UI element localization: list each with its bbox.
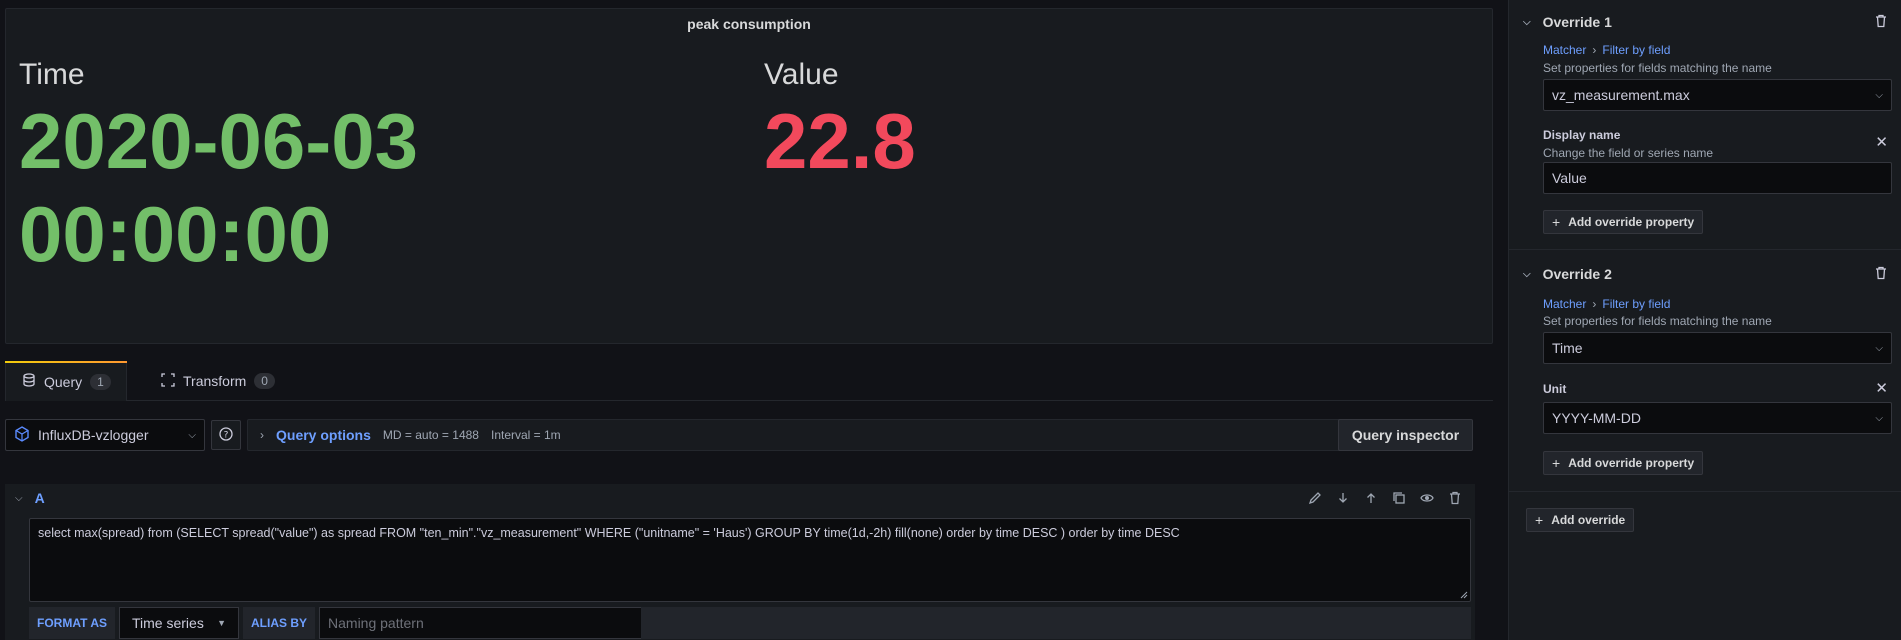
plus-icon: +: [1552, 455, 1561, 471]
chevron-down-icon[interactable]: ⌵: [1523, 17, 1531, 28]
stat-time-date: 2020-06-03: [19, 97, 418, 185]
datasource-name: InfluxDB-vzlogger: [38, 427, 149, 443]
matcher-description: Set properties for fields matching the n…: [1543, 314, 1772, 328]
query-inspector-button[interactable]: Query inspector: [1338, 419, 1473, 451]
alias-by-label: ALIAS BY: [243, 607, 316, 639]
property-title: Unit: [1543, 382, 1567, 396]
override-title: Override 2: [1542, 266, 1612, 282]
format-row: FORMAT AS Time series ▼ ALIAS BY: [29, 607, 644, 639]
format-as-value: Time series: [132, 615, 204, 631]
add-override-property-button[interactable]: + Add override property: [1543, 210, 1704, 234]
chevron-down-icon[interactable]: ⌵: [1523, 269, 1531, 280]
tab-query-label: Query: [44, 373, 83, 390]
format-as-select[interactable]: Time series ▼: [119, 607, 239, 639]
help-button[interactable]: ?: [211, 420, 241, 450]
stat-value-name: Value: [764, 58, 839, 91]
matcher-value[interactable]: Filter by field: [1602, 43, 1670, 57]
max-datapoints-info: MD = auto = 1488: [382, 428, 479, 442]
property-title: Display name: [1543, 128, 1621, 142]
matcher-label[interactable]: Matcher: [1543, 297, 1586, 311]
add-override-label: Add override: [1551, 513, 1626, 527]
override-2: ⌵ Override 2 Matcher › Filter by field S…: [1509, 252, 1901, 492]
chevron-down-icon: ⌵: [1875, 412, 1883, 424]
close-icon[interactable]: ✕: [1875, 133, 1888, 151]
tab-transform-count: 0: [254, 373, 275, 389]
query-text[interactable]: select max(spread) from (SELECT spread("…: [38, 526, 1180, 540]
query-options-label[interactable]: Query options: [276, 427, 371, 443]
unit-value: YYYY-MM-DD: [1552, 410, 1641, 426]
query-ref-id[interactable]: A: [35, 490, 45, 506]
trash-icon[interactable]: [1874, 266, 1888, 280]
format-row-filler: [641, 607, 1471, 639]
interval-info: Interval = 1m: [490, 428, 561, 442]
influxdb-icon: [14, 425, 30, 445]
query-options-bar[interactable]: › Query options MD = auto = 1488 Interva…: [247, 419, 1369, 451]
query-row-actions: [1307, 490, 1463, 506]
query-text-editor[interactable]: select max(spread) from (SELECT spread("…: [29, 518, 1471, 602]
question-icon: ?: [219, 426, 233, 444]
tab-query-count: 1: [90, 373, 111, 390]
resize-handle-icon[interactable]: [1460, 591, 1468, 599]
tab-transform[interactable]: Transform 0: [145, 361, 291, 401]
move-down-icon[interactable]: [1335, 490, 1351, 506]
close-icon[interactable]: ✕: [1875, 379, 1888, 397]
database-icon: [22, 373, 36, 390]
field-name-value: vz_measurement.max: [1552, 87, 1690, 103]
field-name-value: Time: [1552, 340, 1583, 356]
chevron-right-icon: ›: [1592, 43, 1597, 57]
chevron-right-icon: ›: [260, 428, 264, 442]
trash-icon[interactable]: [1874, 14, 1888, 28]
display-name-value: Value: [1552, 170, 1587, 186]
matcher-breadcrumb: Matcher › Filter by field: [1543, 297, 1670, 311]
add-override-property-label: Add override property: [1568, 215, 1695, 229]
matcher-breadcrumb: Matcher › Filter by field: [1543, 43, 1670, 57]
matcher-value[interactable]: Filter by field: [1602, 297, 1670, 311]
stat-time: Time 2020-06-03 00:00:00: [19, 55, 418, 281]
move-up-icon[interactable]: [1363, 490, 1379, 506]
unit-select[interactable]: YYYY-MM-DD ⌵: [1543, 402, 1892, 434]
stat-value-number: 22.8: [764, 97, 916, 185]
chevron-right-icon: ›: [1592, 297, 1597, 311]
caret-down-icon: ▼: [217, 618, 226, 628]
eye-icon[interactable]: [1419, 490, 1435, 506]
stat-time-name: Time: [19, 58, 85, 91]
property-description: Change the field or series name: [1543, 146, 1714, 160]
query-row-header[interactable]: ⌵ A: [5, 484, 1475, 512]
plus-icon: +: [1552, 214, 1561, 230]
field-name-select[interactable]: vz_measurement.max ⌵: [1543, 79, 1892, 111]
stat-time-clock: 00:00:00: [19, 190, 332, 278]
stat-value: Value 22.8: [764, 55, 916, 188]
alias-by-input[interactable]: [319, 607, 644, 639]
chevron-down-icon: ⌵: [1875, 89, 1883, 101]
add-override-property-label: Add override property: [1568, 456, 1695, 470]
transform-icon: [161, 372, 175, 390]
duplicate-icon[interactable]: [1391, 490, 1407, 506]
svg-text:?: ?: [224, 430, 229, 440]
plus-icon: +: [1535, 512, 1544, 528]
override-header[interactable]: ⌵ Override 1: [1523, 14, 1612, 30]
override-header[interactable]: ⌵ Override 2: [1523, 266, 1612, 282]
edit-icon[interactable]: [1307, 490, 1323, 506]
tab-transform-label: Transform: [183, 373, 247, 389]
panel-preview: peak consumption Time 2020-06-03 00:00:0…: [5, 8, 1493, 344]
chevron-down-icon: ⌵: [1875, 342, 1883, 354]
add-override-button[interactable]: + Add override: [1526, 508, 1635, 532]
datasource-picker[interactable]: InfluxDB-vzlogger ⌵: [5, 419, 205, 451]
chevron-down-icon: ⌵: [188, 429, 196, 441]
tab-query[interactable]: Query 1: [5, 361, 127, 401]
editor-tabs: Query 1 Transform 0: [5, 361, 1493, 401]
chevron-down-icon[interactable]: ⌵: [15, 493, 23, 504]
panel-title[interactable]: peak consumption: [6, 16, 1492, 32]
display-name-input[interactable]: Value: [1543, 162, 1892, 194]
matcher-description: Set properties for fields matching the n…: [1543, 61, 1772, 75]
format-as-label: FORMAT AS: [29, 607, 115, 639]
add-override-property-button[interactable]: + Add override property: [1543, 451, 1704, 475]
overrides-pane: ⌵ Override 1 Matcher › Filter by field S…: [1508, 0, 1901, 640]
matcher-label[interactable]: Matcher: [1543, 43, 1586, 57]
override-title: Override 1: [1542, 14, 1612, 30]
trash-icon[interactable]: [1447, 490, 1463, 506]
field-name-select[interactable]: Time ⌵: [1543, 332, 1892, 364]
override-1: ⌵ Override 1 Matcher › Filter by field S…: [1509, 0, 1901, 250]
